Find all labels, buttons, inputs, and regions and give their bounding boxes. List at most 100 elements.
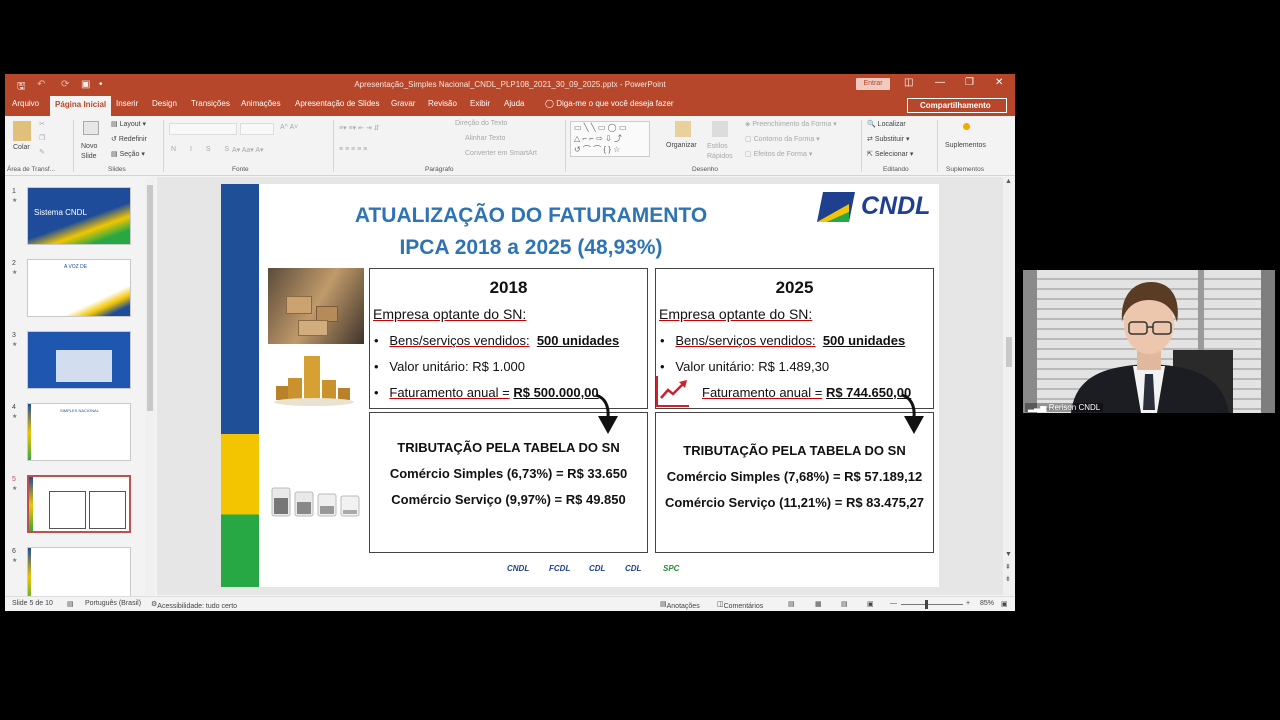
font-style-icons[interactable]: N I S S [171,146,235,153]
powerpoint-window: 🖫 ↶ ⟳ ▣ • Apresentação_Simples Nacional_… [5,74,1015,611]
text-direction-button[interactable]: Direção do Texto [455,120,507,127]
minimize-icon[interactable]: — [935,77,945,88]
shape-effects-button[interactable]: ▢ Efeitos de Forma ▾ [745,150,812,158]
tab-apresentacao[interactable]: Apresentação de Slides [295,99,380,108]
comments-button[interactable]: ◫ Comentários [717,600,763,610]
addins-icon[interactable] [963,123,970,130]
signin-button[interactable]: Entrar [856,78,890,90]
right-taxation-title: TRIBUTAÇÃO PELA TABELA DO SN [683,443,906,458]
close-icon[interactable]: ✕ [995,77,1003,88]
section-button[interactable]: ▤ Seção ▾ [111,150,145,158]
font-size-select[interactable] [240,123,274,135]
slide-thumbnails-panel: 1 ★ Sistema CNDL 2 ★ A VOZ DE 3 ★ 4 ★ SI… [5,177,157,605]
share-button[interactable]: Compartilhamento [907,98,1007,113]
right-bullet-goods: • Bens/serviços vendidos: 500 unidades [660,333,906,348]
zoom-slider-thumb[interactable] [925,600,928,609]
ribbon-display-icon[interactable]: ◫ [904,77,913,88]
zoom-out-icon[interactable]: — [890,600,897,607]
normal-view-icon[interactable]: ▤ [788,600,795,608]
addins-button[interactable]: Suplementos [945,142,986,149]
tab-design[interactable]: Design [152,99,177,108]
font-color-icon[interactable]: A▾ Aa▾ A▾ [232,146,264,154]
tab-exibir[interactable]: Exibir [470,99,490,108]
growth-chart-icon [656,376,689,407]
copy-icon[interactable]: ❐ [39,134,45,142]
align-icons[interactable]: ≡ ≡ ≡ ≡ ≡ [339,146,367,153]
left-taxation-servico: Comércio Serviço (9,97%) = R$ 49.850 [391,492,626,507]
current-slide[interactable]: ATUALIZAÇÃO DO FATURAMENTO IPCA 2018 a 2… [221,184,939,587]
slide-thumbnail-1[interactable]: Sistema CNDL [27,187,131,245]
right-bullet-unit-value: • Valor unitário: R$ 1.489,30 [660,359,830,374]
slide-number: 5 [12,476,16,483]
slide-sorter-icon[interactable]: ▦ [815,600,822,608]
participant-video-tile: ▂▃▅ Rerison CNDL [1023,270,1275,413]
paste-icon[interactable] [13,121,31,141]
tab-ajuda[interactable]: Ajuda [504,99,524,108]
slide-thumbnail-4[interactable]: SIMPLES NACIONAL [27,403,131,461]
zoom-in-icon[interactable]: + [966,600,970,607]
shape-outline-button[interactable]: ▢ Contorno da Forma ▾ [745,135,820,143]
font-group-label: Fonte [232,166,249,173]
shape-fill-button[interactable]: ◈ Preenchimento da Forma ▾ [745,120,837,128]
fit-slide-icon[interactable]: ▣ [1001,600,1008,608]
font-family-select[interactable] [169,123,237,135]
maximize-icon[interactable]: ❐ [965,77,974,88]
arrange-button[interactable]: Organizar [666,142,697,149]
reset-button[interactable]: ↺ Redefinir [111,135,147,143]
editor-scrollbar[interactable]: ▲ ▼ ⇞ ⇟ [1003,177,1015,595]
select-button[interactable]: ⇱ Selecionar ▾ [867,150,913,158]
new-slide-button[interactable]: Novo Slide [81,142,101,162]
tab-animacoes[interactable]: Animações [241,99,281,108]
layout-button[interactable]: ▤ Layout ▾ [111,120,146,128]
slide-thumbnail-5[interactable] [27,475,131,533]
ribbon: Colar ✂ ❐ ✎ Área de Transf... Novo Slide… [5,116,1015,176]
ribbon-tabs: Arquivo Página Inicial Inserir Design Tr… [5,95,1015,116]
tab-gravar[interactable]: Gravar [391,99,415,108]
quick-styles-button[interactable]: Estilos Rápidos [707,142,737,162]
drawing-group-label: Desenho [692,166,719,173]
new-slide-icon[interactable] [83,121,99,135]
slide-title: ATUALIZAÇÃO DO FATURAMENTO IPCA 2018 a 2… [354,204,708,259]
increase-font-icon[interactable]: A^ A˅ [280,124,298,131]
language-indicator[interactable]: Português (Brasil) [85,600,141,607]
slides-group-label: Slides [108,166,126,173]
cut-icon[interactable]: ✂ [39,120,45,128]
find-button[interactable]: 🔍 Localizar [867,120,906,128]
footer-logo-cdl-2: CDL [625,564,642,573]
bullets-icon[interactable]: ≡▾ ≡▾ ⇤ ⇥ ⇵ [339,124,380,132]
paste-button[interactable]: Colar [13,144,30,151]
tab-inserir[interactable]: Inserir [116,99,138,108]
reading-view-icon[interactable]: ▤ [841,600,848,608]
slideshow-icon[interactable]: ▣ [867,600,874,608]
shapes-gallery[interactable]: ▭ ╲ ╲ ▭ ◯ ▭ △ ⌐ ⌐ ⇨ ⇩ ⤴ ↺ ⌒ ⌒ { } ☆ [570,121,650,157]
spellcheck-icon[interactable]: ▤ [67,600,74,608]
tab-pagina-inicial[interactable]: Página Inicial [50,96,112,116]
clipboard-group-label: Área de Transf... [7,166,56,173]
accessibility-status[interactable]: ⚙ Acessibilidade: tudo certo [151,600,237,610]
paragraph-group-label: Parágrafo [425,166,454,173]
coins-photo [274,356,354,406]
right-classification: Empresa optante do SN: [659,306,813,322]
slide-thumbnail-3[interactable] [27,331,131,389]
tell-me-search[interactable]: ◯ Diga-me o que você deseja fazer [545,99,674,108]
zoom-level[interactable]: 85% [980,600,994,607]
quick-styles-icon[interactable] [712,121,728,137]
zoom-slider[interactable] [901,604,963,605]
tab-transicoes[interactable]: Transições [191,99,230,108]
tab-arquivo[interactable]: Arquivo [12,99,39,108]
smartart-button[interactable]: Converter em SmartArt [465,150,537,157]
signal-icon: ▂▃▅ [1028,403,1049,412]
thumbnails-scrollbar[interactable] [145,177,155,595]
notes-button[interactable]: ▤ Anotações [660,600,700,610]
participant-name: ▂▃▅ Rerison CNDL [1025,403,1104,412]
slide-thumbnail-2[interactable]: A VOZ DE [27,259,131,317]
tab-revisao[interactable]: Revisão [428,99,457,108]
replace-button[interactable]: ⇄ Substituir ▾ [867,135,909,143]
arrange-icon[interactable] [675,121,691,137]
animation-star-icon: ★ [12,486,18,492]
cndl-logo-icon [817,192,855,222]
align-text-button[interactable]: Alinhar Texto [465,135,505,142]
format-painter-icon[interactable]: ✎ [39,148,45,156]
animation-star-icon: ★ [12,270,18,276]
animation-star-icon: ★ [12,342,18,348]
